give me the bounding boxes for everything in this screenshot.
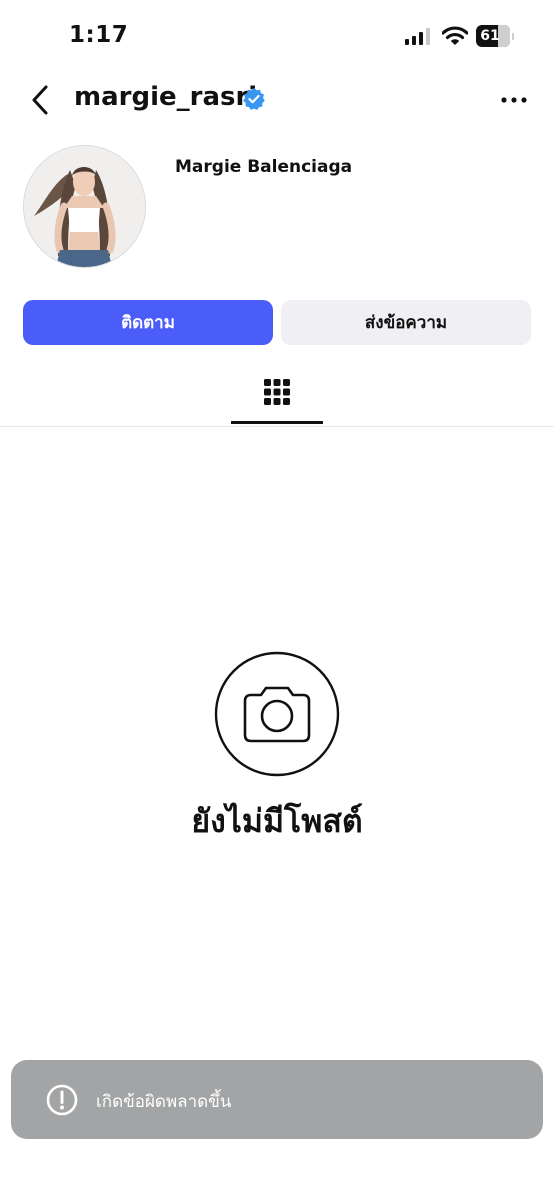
error-toast[interactable]: เกิดข้อผิดพลาดขึ้น	[11, 1060, 543, 1139]
empty-state-message: ยังไม่มีโพสต์	[191, 802, 363, 840]
alert-circle-icon	[46, 1084, 78, 1120]
follow-button[interactable]: ติดตาม	[23, 300, 273, 345]
verified-badge-icon	[242, 87, 266, 115]
battery-level: 61	[480, 28, 500, 44]
wifi-icon	[441, 26, 469, 50]
profile-display-name: Margie Balenciaga	[175, 157, 353, 177]
active-tab-indicator	[231, 421, 323, 424]
profile-photo	[24, 146, 145, 267]
back-button[interactable]	[24, 80, 56, 120]
battery-icon: 61	[476, 25, 514, 47]
camera-icon	[214, 651, 340, 777]
more-options-button[interactable]	[497, 86, 531, 114]
profile-username: margie_rasri	[74, 82, 258, 112]
profile-tabs	[0, 360, 554, 427]
chevron-left-icon	[32, 85, 48, 115]
grid-icon	[264, 379, 290, 405]
more-horizontal-icon	[501, 97, 527, 103]
avatar[interactable]	[23, 145, 146, 268]
cellular-signal-icon	[405, 28, 430, 45]
status-bar: 1:17 61	[0, 0, 554, 70]
toast-message: เกิดข้อผิดพลาดขึ้น	[96, 1092, 232, 1112]
profile-header: margie_rasri	[0, 72, 554, 128]
message-button[interactable]: ส่งข้อความ	[281, 300, 531, 345]
status-time: 1:17	[69, 22, 129, 48]
tab-posts-grid[interactable]	[231, 360, 323, 424]
